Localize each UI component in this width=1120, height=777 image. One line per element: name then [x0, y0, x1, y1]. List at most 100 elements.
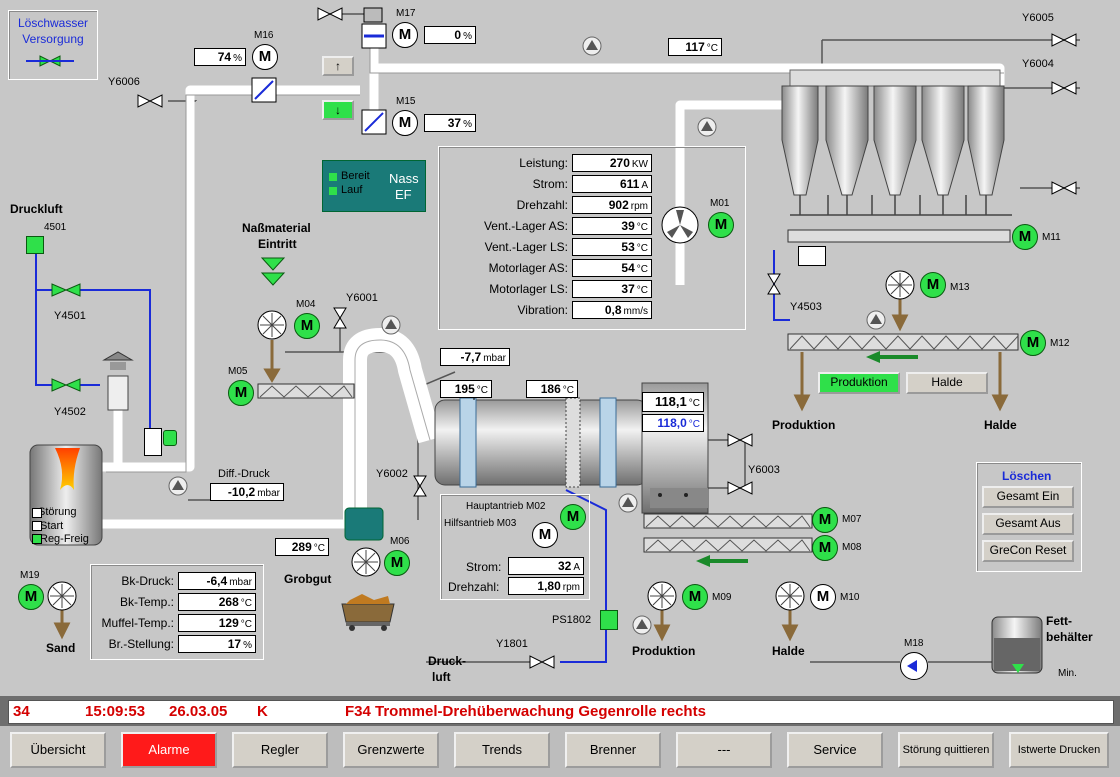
burner-damper[interactable] [144, 428, 162, 456]
motor-data-value: 270 KW [572, 154, 652, 172]
motor-m17-label: M17 [396, 8, 416, 19]
burner-data-value: -6,4 mbar [178, 572, 256, 590]
valve-y6003-label: Y6003 [748, 464, 780, 476]
nass-ef-unit[interactable]: Bereit Lauf Nass EF [322, 160, 426, 212]
motor-m11-label: M11 [1042, 232, 1061, 243]
valve-y6005-label: Y6005 [1022, 12, 1054, 24]
valve-y1801-label: Y1801 [496, 638, 528, 650]
fettbehaelter-label-1: Fett- [1046, 614, 1072, 628]
temp-readout-top: 117 °C [668, 38, 722, 56]
valve-y6004-label: Y6004 [1022, 58, 1054, 70]
pump-m18[interactable] [900, 652, 928, 680]
motor-m01[interactable]: M [708, 212, 734, 238]
druck-label: Druck- [428, 654, 467, 668]
valve-y4503-label: Y4503 [790, 301, 822, 313]
motor-data-value: 53 °C [572, 238, 652, 256]
temp-289-readout: 289 °C [275, 538, 329, 556]
motor-m11[interactable]: M [1012, 224, 1038, 250]
gesamt-ein-button[interactable]: Gesamt Ein [982, 486, 1074, 508]
nav-stoerung-quittieren[interactable]: Störung quittieren [898, 732, 994, 768]
motor-data-label: Vent.-Lager LS: [484, 240, 568, 254]
nav-alarme[interactable]: Alarme [121, 732, 217, 768]
motor-data-label: Drehzahl: [516, 198, 568, 212]
nass-label: Nass [389, 171, 419, 186]
motor-m16[interactable]: M [252, 44, 278, 70]
damper-down-button[interactable]: ↓ [322, 100, 354, 120]
produktion-button[interactable]: Produktion [818, 372, 900, 394]
process-overview: Löschwasser Versorgung Y6006 Y6005 Y6004… [0, 0, 1120, 696]
burner-start-indicator [32, 521, 42, 531]
motor-m12-label: M12 [1050, 338, 1070, 349]
valve-y6001-label: Y6001 [346, 292, 378, 304]
ps1802-label: PS1802 [552, 614, 592, 626]
drive-drehzahl-readout: 1,80 rpm [508, 577, 584, 595]
nav-regler[interactable]: Regler [232, 732, 328, 768]
diff-druck-readout: -10,2 mbar [210, 483, 284, 501]
alarm-date: 26.03.05 [169, 703, 228, 720]
motor-m04[interactable]: M [294, 313, 320, 339]
motor-m15[interactable]: M [392, 110, 418, 136]
alarm-line[interactable]: 34 15:09:53 26.03.05 K F34 Trommel-Drehü… [8, 700, 1114, 724]
motor-m08[interactable]: M [812, 535, 838, 561]
valve-y4501-label: Y4501 [54, 310, 86, 322]
motor-data-value: 39 °C [572, 217, 652, 235]
halde-label-right: Halde [984, 418, 1017, 432]
nav-grenzwerte[interactable]: Grenzwerte [343, 732, 439, 768]
burner-stoerung-indicator [32, 508, 42, 518]
loeschen-title: Löschen [1002, 469, 1052, 483]
motor-m12[interactable]: M [1020, 330, 1046, 356]
temp-195-readout: 195 °C [440, 380, 492, 398]
pressure-switch-ps1802[interactable] [600, 610, 618, 630]
alarm-message: F34 Trommel-Drehüberwachung Gegenrolle r… [345, 703, 706, 720]
burner-data-label: Bk-Temp.: [119, 595, 174, 609]
nav-trends[interactable]: Trends [454, 732, 550, 768]
grecon-reset-button[interactable]: GreCon Reset [982, 540, 1074, 562]
fettbehaelter-label-2: behälter [1046, 630, 1093, 644]
motor-m18-label: M18 [904, 638, 924, 649]
lauf-label: Lauf [341, 184, 363, 196]
burner-regfreig-indicator [32, 534, 42, 544]
burner-data-label: Muffel-Temp.: [101, 616, 174, 630]
motor-m17[interactable]: M [392, 22, 418, 48]
motor-m07[interactable]: M [812, 507, 838, 533]
m16-position-readout: 74% [194, 48, 246, 66]
loeschwasser-title-1: Löschwasser [17, 16, 89, 30]
loeschwasser-panel[interactable]: Löschwasser Versorgung [8, 10, 98, 80]
min-label: Min. [1058, 668, 1077, 679]
motor-data-value: 0,8 mm/s [572, 301, 652, 319]
nav-empty[interactable]: --- [676, 732, 772, 768]
nav-uebersicht[interactable]: Übersicht [10, 732, 106, 768]
produktion-label-bottom: Produktion [632, 644, 696, 658]
motor-m19[interactable]: M [18, 584, 44, 610]
motor-data-label: Motorlager AS: [488, 261, 568, 275]
gesamt-aus-button[interactable]: Gesamt Aus [982, 513, 1074, 535]
motor-data-label: Vent.-Lager AS: [483, 219, 568, 233]
loeschwasser-title-2: Versorgung [22, 32, 84, 46]
motor-m10-label: M10 [840, 592, 860, 603]
nav-brenner[interactable]: Brenner [565, 732, 661, 768]
nav-service[interactable]: Service [787, 732, 883, 768]
hauptantrieb-label: Hauptantrieb M02 [466, 501, 546, 512]
motor-data-value: 611 A [572, 175, 652, 193]
motor-m05[interactable]: M [228, 380, 254, 406]
bereit-indicator [329, 173, 337, 181]
halde-button[interactable]: Halde [906, 372, 988, 394]
y4503-actuator[interactable] [798, 246, 826, 266]
pressure-switch-4501[interactable] [26, 236, 44, 254]
motor-m10[interactable]: M [810, 584, 836, 610]
halde-label-bottom: Halde [772, 644, 805, 658]
temp-186-readout: 186 °C [526, 380, 578, 398]
burner-start-label: Start [40, 520, 64, 532]
motor-data-value: 902 rpm [572, 196, 652, 214]
damper-up-button[interactable]: ↑ [322, 56, 354, 76]
burner-data-value: 268 °C [178, 593, 256, 611]
motor-m06[interactable]: M [384, 550, 410, 576]
motor-m19-label: M19 [20, 570, 40, 581]
motor-m08-label: M08 [842, 542, 862, 553]
burner-data-value: 17% [178, 635, 256, 653]
nav-istwerte-drucken[interactable]: Istwerte Drucken [1009, 732, 1109, 768]
motor-m07-label: M07 [842, 514, 862, 525]
m15-position-readout: 37% [424, 114, 476, 132]
motor-m09[interactable]: M [682, 584, 708, 610]
motor-m13[interactable]: M [920, 272, 946, 298]
